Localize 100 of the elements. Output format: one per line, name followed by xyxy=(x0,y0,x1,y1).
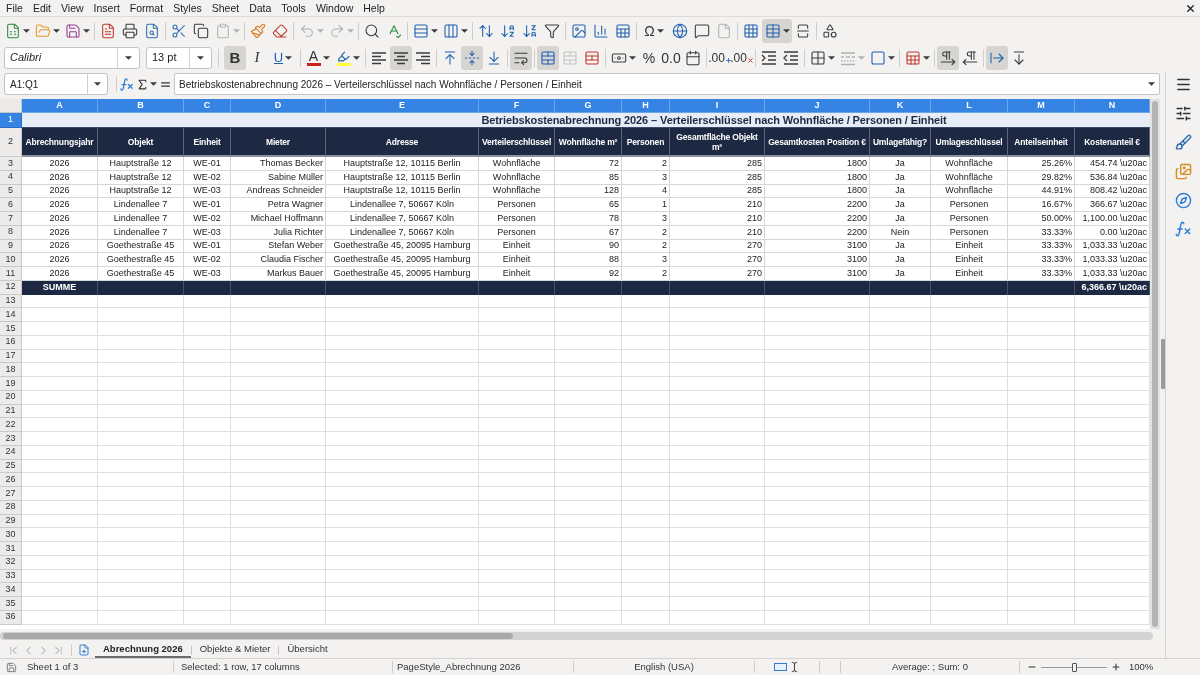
align-bottom-icon xyxy=(486,49,502,66)
menu-item[interactable]: Window xyxy=(310,2,359,14)
row-header[interactable]: 35 xyxy=(0,597,22,611)
horizontal-scrollbar[interactable] xyxy=(0,631,1153,640)
sheet-tab[interactable]: Objekte & Mieter xyxy=(191,642,279,658)
font-color-button[interactable]: A xyxy=(303,45,333,70)
row-header[interactable]: 7 xyxy=(0,212,22,226)
column-header[interactable]: F xyxy=(479,99,555,113)
row-header[interactable]: 19 xyxy=(0,377,22,391)
zoom-slider[interactable] xyxy=(1041,662,1107,672)
menu-item[interactable]: Styles xyxy=(168,2,207,14)
slider-handle[interactable] xyxy=(1072,662,1077,672)
column-heading: Adresse xyxy=(326,128,479,157)
row-header[interactable]: 11 xyxy=(0,267,22,281)
add-sheet-button[interactable] xyxy=(77,643,91,657)
menu-item[interactable]: Sheet xyxy=(206,2,245,14)
column-header[interactable]: N xyxy=(1075,99,1150,113)
row-header[interactable]: 6 xyxy=(0,198,22,212)
row-header[interactable]: 14 xyxy=(0,308,22,322)
caret-down-icon xyxy=(94,82,101,86)
align-middle-button[interactable] xyxy=(461,45,483,70)
table-cell xyxy=(622,363,670,377)
row-header[interactable]: 23 xyxy=(0,432,22,446)
table-cell xyxy=(555,418,622,432)
table-cell: Ja xyxy=(870,157,931,171)
styles-button[interactable] xyxy=(1173,133,1193,151)
column-header[interactable]: B xyxy=(98,99,184,113)
column-header[interactable]: M xyxy=(1008,99,1075,113)
rectangle-icon xyxy=(774,663,787,671)
navigator-button[interactable] xyxy=(1173,191,1193,209)
menu-item[interactable]: File xyxy=(1,2,28,14)
bold-button[interactable]: B xyxy=(224,45,246,70)
row-header[interactable]: 18 xyxy=(0,363,22,377)
column-header[interactable]: D xyxy=(231,99,326,113)
table-cell: Claudia Fischer xyxy=(231,253,326,267)
underline-button[interactable]: U xyxy=(268,45,298,70)
row-header[interactable]: 34 xyxy=(0,583,22,597)
table-cell xyxy=(1008,377,1075,391)
column-header[interactable]: G xyxy=(555,99,622,113)
font-name-field[interactable]: Calibri xyxy=(4,46,140,69)
page-style: PageStyle_Abrechnung 2026 xyxy=(396,659,522,674)
column-header[interactable]: I xyxy=(670,99,765,113)
table-cell: 1800 xyxy=(765,157,870,171)
wrap-button[interactable] xyxy=(510,45,532,70)
row-header[interactable]: 10 xyxy=(0,253,22,267)
row-header[interactable]: 27 xyxy=(0,487,22,501)
column-header[interactable]: C xyxy=(184,99,231,113)
row-header[interactable]: 15 xyxy=(0,322,22,336)
column-header[interactable]: K xyxy=(870,99,931,113)
row-header[interactable]: 1 xyxy=(0,113,22,128)
menu-item[interactable]: View xyxy=(56,2,89,14)
table-cell xyxy=(184,473,231,487)
menu-item[interactable]: Help xyxy=(358,2,390,14)
menu-item[interactable]: Insert xyxy=(88,2,125,14)
menu-item[interactable]: Format xyxy=(124,2,169,14)
menu-item[interactable]: Edit xyxy=(27,2,56,14)
row-header[interactable]: 2 xyxy=(0,128,22,157)
table-cell: 65 xyxy=(555,198,622,212)
menu-item[interactable]: Tools xyxy=(276,2,311,14)
standard-button[interactable]: 0.0 xyxy=(660,45,682,70)
percent-button[interactable]: % xyxy=(638,45,660,70)
row-header[interactable]: 26 xyxy=(0,473,22,487)
font-size-field[interactable]: 13 pt xyxy=(146,46,212,69)
caret-down-icon xyxy=(22,28,30,33)
text-horizontal-button[interactable] xyxy=(986,45,1008,70)
table-cell xyxy=(555,432,622,446)
left-to-right-button[interactable] xyxy=(937,45,959,70)
column-header[interactable]: A xyxy=(22,99,98,113)
menu-item[interactable]: Data xyxy=(244,2,277,14)
table-cell xyxy=(1008,542,1075,556)
column-header[interactable]: L xyxy=(931,99,1008,113)
sheet-tab[interactable]: Abrechnung 2026 xyxy=(95,642,191,658)
sidebar-handle[interactable] xyxy=(1160,339,1165,389)
freeze-button[interactable] xyxy=(762,18,792,43)
align-center-button[interactable] xyxy=(390,45,412,70)
row-header[interactable]: 3 xyxy=(0,157,22,171)
delete-decimal-button[interactable]: .00 xyxy=(731,45,753,70)
table-cell: 454.74 \u20ac xyxy=(1075,157,1150,171)
row-header[interactable]: 22 xyxy=(0,418,22,432)
table-cell: Ja xyxy=(870,253,931,267)
column-header[interactable]: J xyxy=(765,99,870,113)
table-cell: 3 xyxy=(622,212,670,226)
column-header[interactable]: H xyxy=(622,99,670,113)
speech-bubble-icon xyxy=(694,22,710,39)
formula-input[interactable]: Betriebskostenabrechnung 2026 – Verteilerschlüssel nach Wohnfläche / Personen / Einheit xyxy=(174,73,1160,95)
merge-center-button[interactable] xyxy=(537,45,559,70)
functions-button[interactable] xyxy=(1173,220,1193,238)
special-character-button[interactable]: Ω xyxy=(639,18,669,43)
properties-button[interactable] xyxy=(1173,104,1193,122)
gallery-button[interactable] xyxy=(1173,162,1193,180)
scrollbar-thumb[interactable] xyxy=(3,632,513,639)
italic-button[interactable]: I xyxy=(246,45,268,70)
sheet-tab[interactable]: Übersicht xyxy=(279,642,336,658)
row-header[interactable]: 30 xyxy=(0,528,22,542)
column-heading: Verteilerschlüssel xyxy=(479,128,555,157)
row-header[interactable]: 31 xyxy=(0,542,22,556)
column-header[interactable]: E xyxy=(326,99,479,113)
table-cell: Goethestraße 45, 20095 Hamburg xyxy=(326,253,479,267)
name-box[interactable]: A1:Q1 xyxy=(4,73,108,95)
add-decimal-button[interactable]: .00 xyxy=(709,45,731,70)
